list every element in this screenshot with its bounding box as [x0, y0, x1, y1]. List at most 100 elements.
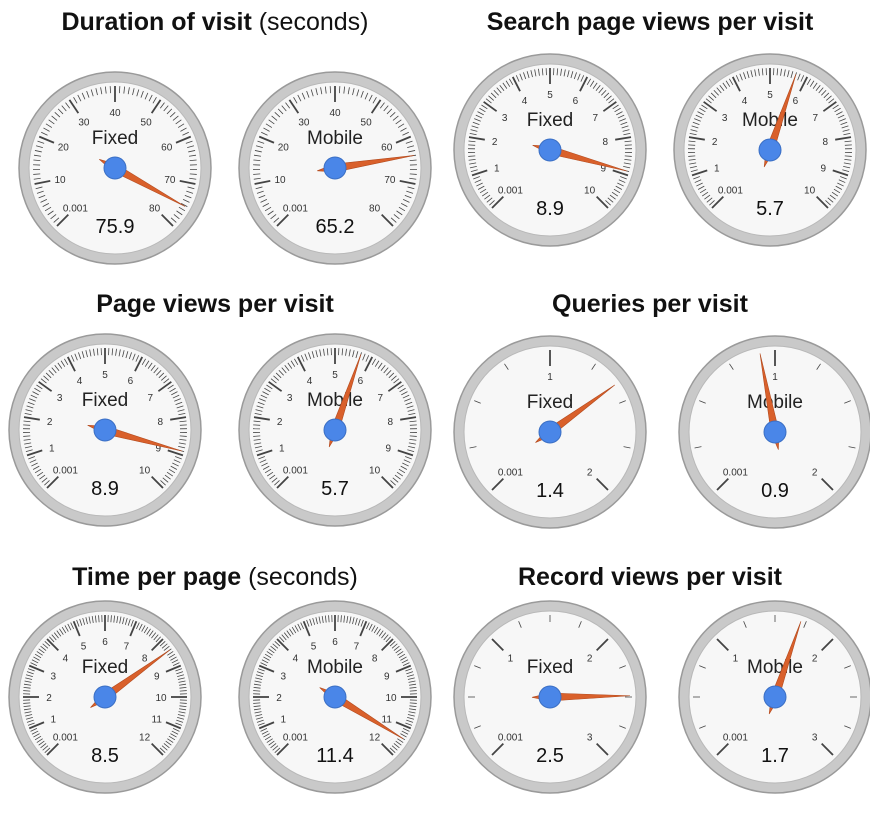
tick-label: 40 [109, 108, 121, 119]
tick-label: 2 [492, 137, 498, 148]
title-suffix: (seconds) [259, 8, 369, 36]
gauge-svg: 0.00112345678910Mobile5.7 [670, 50, 870, 250]
gauge-mobile: 0.001123Mobile1.7 [675, 597, 870, 797]
gauge-hub [764, 421, 786, 443]
minor-tick [410, 174, 417, 175]
tick-label: 70 [164, 175, 176, 186]
gauge-label: Mobile [742, 110, 798, 131]
gauge-fixed: 0.001123456789101112Fixed8.5 [5, 597, 205, 797]
tick-label: 60 [161, 143, 173, 154]
minor-tick [23, 436, 30, 437]
tick-label: 7 [378, 393, 384, 404]
tick-label: 9 [385, 443, 391, 454]
gauge-svg: 0.00112Fixed1.4 [450, 332, 650, 532]
minor-tick [111, 615, 112, 622]
gauge-fixed: 0.00112Fixed1.4 [450, 332, 650, 532]
tick-label: 11 [152, 714, 163, 725]
gauge-hub [324, 419, 346, 441]
minor-tick [253, 174, 260, 175]
tick-label: 10 [139, 466, 151, 477]
gauge-value: 1.7 [761, 745, 789, 767]
tick-label: 8 [372, 653, 378, 664]
tick-label: 0.001 [283, 204, 308, 215]
tick-label: 7 [124, 641, 130, 652]
tick-label: 1 [280, 714, 286, 725]
tick-label: 0.001 [63, 204, 88, 215]
tick-label: 8 [603, 137, 609, 148]
gauge-mobile: 0.001123456789101112Mobile11.4 [235, 597, 435, 797]
tick-label: 1 [508, 653, 514, 664]
tick-label: 0.001 [283, 466, 308, 477]
gauge-panel-duration-of-visit: Duration of visit (seconds) 0.0011020304… [0, 8, 430, 278]
tick-label: 20 [58, 143, 70, 154]
gauge-label: Fixed [527, 657, 573, 678]
gauge-label: Mobile [307, 390, 363, 411]
gauge-label: Fixed [527, 392, 573, 413]
minor-tick [253, 691, 260, 692]
tick-label: 9 [154, 672, 160, 683]
tick-label: 8 [142, 653, 148, 664]
tick-label: 9 [820, 163, 826, 174]
tick-label: 2 [47, 417, 53, 428]
tick-label: 0.001 [723, 468, 748, 479]
tick-label: 4 [522, 96, 528, 107]
gauge-label: Mobile [747, 392, 803, 413]
gauge-mobile: 0.0011020304050607080Mobile65.2 [235, 68, 435, 268]
tick-label: 50 [361, 117, 373, 128]
minor-tick [33, 174, 40, 175]
gauge-value: 1.4 [536, 480, 564, 502]
tick-label: 12 [369, 733, 381, 744]
gauge-label: Mobile [307, 128, 363, 149]
tick-label: 5 [547, 90, 553, 101]
tick-label: 60 [381, 143, 393, 154]
minor-tick [410, 703, 417, 704]
tick-label: 1 [714, 163, 720, 174]
tick-label: 10 [369, 466, 381, 477]
gauge-svg: 0.001123456789101112Fixed8.5 [5, 597, 205, 797]
tick-label: 0.001 [498, 733, 523, 744]
tick-label: 5 [311, 641, 317, 652]
gauge-value: 8.5 [91, 745, 119, 767]
tick-label: 6 [358, 376, 364, 387]
minor-tick [180, 703, 187, 704]
gauge-hub [324, 157, 346, 179]
tick-label: 6 [793, 96, 799, 107]
tick-label: 3 [722, 113, 728, 124]
gauge-value: 8.9 [91, 478, 119, 500]
tick-label: 30 [78, 117, 90, 128]
tick-label: 3 [280, 672, 286, 683]
tick-label: 2 [812, 468, 818, 479]
tick-label: 6 [102, 637, 108, 648]
title-suffix: (seconds) [248, 563, 358, 591]
gauge-fixed: 0.001123Fixed2.5 [450, 597, 650, 797]
gauge-hub [104, 157, 126, 179]
minor-tick [625, 156, 632, 157]
tick-label: 4 [63, 653, 69, 664]
gauge-value: 65.2 [316, 216, 355, 238]
title-text: Search page views per visit [487, 8, 814, 36]
tick-label: 5 [102, 370, 108, 381]
tick-label: 7 [813, 113, 819, 124]
tick-label: 12 [139, 733, 151, 744]
gauge-hub [94, 419, 116, 441]
gauge-svg: 0.00112345678910Mobile5.7 [235, 330, 435, 530]
minor-tick [253, 703, 260, 704]
panel-title: Time per page (seconds) [0, 563, 430, 592]
gauge-hub [324, 686, 346, 708]
tick-label: 0.001 [498, 468, 523, 479]
minor-tick [23, 703, 30, 704]
gauge-svg: 0.001123Fixed2.5 [450, 597, 650, 797]
gauge-panel-queries: Queries per visit 0.00112Fixed1.4 0.0011… [435, 290, 865, 560]
gauge-hub [539, 686, 561, 708]
gauge-mobile: 0.00112345678910Mobile5.7 [670, 50, 870, 250]
tick-label: 6 [573, 96, 579, 107]
minor-tick [410, 436, 417, 437]
gauge-hub [759, 139, 781, 161]
tick-label: 10 [155, 693, 167, 704]
title-text: Queries per visit [552, 290, 748, 318]
tick-label: 8 [388, 417, 394, 428]
panel-title: Queries per visit [435, 290, 865, 319]
tick-label: 70 [384, 175, 396, 186]
tick-label: 1 [733, 653, 739, 664]
tick-label: 3 [587, 733, 593, 744]
